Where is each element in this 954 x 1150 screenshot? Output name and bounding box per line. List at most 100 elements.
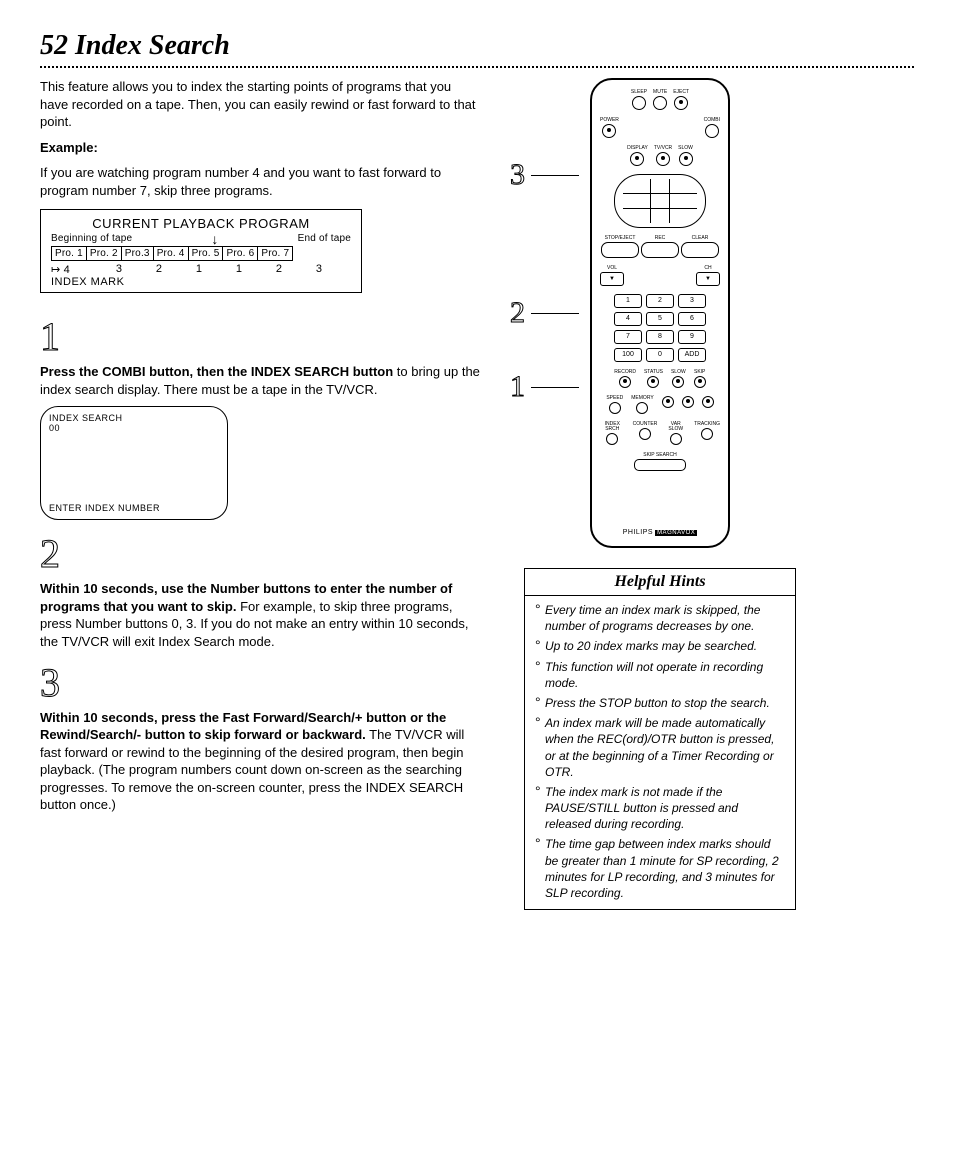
- keypad-key: 1: [614, 294, 642, 308]
- remote-button-label: INDEX SRCH: [600, 422, 625, 432]
- diagram-number-row: ↦ 4 3 2 1 1 2 3: [51, 263, 351, 276]
- diagram-num: 1: [219, 263, 259, 276]
- hint-item: Press the STOP button to stop the search…: [535, 695, 785, 711]
- remote-button-label: MUTE: [653, 90, 667, 95]
- counter-button-icon: [639, 428, 651, 440]
- diagram-cell: Pro. 7: [257, 246, 293, 261]
- remote-control-illustration: SLEEP MUTE EJECT POWER COMBI DISPLAY TV/…: [590, 78, 730, 548]
- remote-button-label: COMBI: [704, 118, 720, 123]
- sleep-button-icon: [632, 96, 646, 110]
- step-1: Press the COMBI button, then the INDEX S…: [40, 363, 480, 398]
- callout-3: 3: [510, 158, 579, 192]
- step-3: Within 10 seconds, press the Fast Forwar…: [40, 709, 480, 814]
- right-column: 3 2 1 SLEEP MUTE EJECT POWER COMBI DISPL…: [510, 78, 810, 910]
- remote-button-label: MEMORY: [631, 396, 653, 401]
- hint-item: Every time an index mark is skipped, the…: [535, 602, 785, 634]
- remote-button-label: COUNTER: [633, 422, 658, 427]
- remote-button-label: SKIP SEARCH: [643, 453, 677, 458]
- diagram-num: 2: [139, 263, 179, 276]
- remote-dpad-disc: [614, 174, 706, 228]
- diagram-num: 1: [179, 263, 219, 276]
- diagram-num-first: ↦ 4: [51, 263, 99, 276]
- remote-bottom-row: INDEX SRCH COUNTER VAR SLOW TRACKING: [600, 422, 720, 445]
- small-button-icon: [682, 396, 694, 408]
- keypad-key: 7: [614, 330, 642, 344]
- skip-search-button-icon: [634, 459, 686, 471]
- keypad-key: ADD: [678, 348, 706, 362]
- intro-paragraph: This feature allows you to index the sta…: [40, 78, 480, 131]
- diagram-cell: Pro. 6: [222, 246, 257, 261]
- keypad-key: 5: [646, 312, 674, 326]
- example-paragraph: If you are watching program number 4 and…: [40, 164, 480, 199]
- slow-button-icon: [679, 152, 693, 166]
- diagram-begin-label: Beginning of tape: [51, 233, 132, 244]
- hint-item: An index mark will be made automatically…: [535, 715, 785, 780]
- callout-2-numeral: 2: [510, 296, 525, 330]
- page-heading: Index Search: [75, 30, 230, 61]
- slow-button-icon: [672, 376, 684, 388]
- clear-button-icon: [681, 242, 719, 258]
- hint-item: This function will not operate in record…: [535, 659, 785, 691]
- keypad-key: 100: [614, 348, 642, 362]
- remote-button-label: SLOW: [671, 370, 686, 375]
- display-button-icon: [630, 152, 644, 166]
- callout-1: 1: [510, 370, 579, 404]
- remote-button-label: RECORD: [614, 370, 636, 375]
- tv-vcr-button-icon: [656, 152, 670, 166]
- power-button-icon: [602, 124, 616, 138]
- keypad-key: 6: [678, 312, 706, 326]
- keypad-key: 2: [646, 294, 674, 308]
- remote-button-label: TRACKING: [694, 422, 720, 427]
- keypad-key: 9: [678, 330, 706, 344]
- keypad-key: 8: [646, 330, 674, 344]
- example-label: Example:: [40, 139, 480, 157]
- tv-screen-display: INDEX SEARCH 00 ENTER INDEX NUMBER: [40, 406, 228, 520]
- vol-button-icon: ▼: [600, 272, 624, 286]
- index-search-button-icon: [606, 433, 618, 445]
- step-1-numeral: 1: [40, 317, 60, 357]
- diagram-end-label: End of tape: [298, 233, 351, 244]
- hint-item: The time gap between index marks should …: [535, 836, 785, 901]
- remote-small-row-2: SPEED MEMORY: [606, 396, 713, 414]
- remote-button-label: VAR SLOW: [665, 422, 686, 432]
- diagram-cell: Pro. 5: [188, 246, 223, 261]
- keypad-key: 3: [678, 294, 706, 308]
- callout-line: [531, 175, 579, 176]
- callout-line: [531, 387, 579, 388]
- step-2: Within 10 seconds, use the Number button…: [40, 580, 480, 650]
- skip-button-icon: [694, 376, 706, 388]
- step-1-bold: Press the COMBI button, then the INDEX S…: [40, 364, 393, 379]
- memory-button-icon: [636, 402, 648, 414]
- remote-button-label: REC: [655, 236, 666, 241]
- left-column: This feature allows you to index the sta…: [40, 78, 480, 910]
- remote-number-keypad: 1 2 3 4 5 6 7 8 9 100 0 ADD: [614, 294, 706, 362]
- screen-line-1: INDEX SEARCH: [49, 413, 219, 423]
- diagram-cell: Pro.3: [121, 246, 153, 261]
- callout-1-numeral: 1: [510, 370, 525, 404]
- page-title: 52 Index Search: [40, 30, 914, 62]
- hints-title: Helpful Hints: [525, 569, 795, 596]
- combi-button-icon: [705, 124, 719, 138]
- intro-block: This feature allows you to index the sta…: [40, 78, 480, 199]
- dotted-rule: [40, 66, 914, 68]
- mute-button-icon: [653, 96, 667, 110]
- remote-brand: PHILIPSMAGNAVOX: [623, 529, 698, 536]
- small-button-icon: [662, 396, 674, 408]
- hints-list: Every time an index mark is skipped, the…: [535, 602, 785, 901]
- keypad-key: 4: [614, 312, 642, 326]
- brand-philips: PHILIPS: [623, 529, 653, 536]
- remote-button-label: SLEEP: [631, 90, 647, 95]
- remote-button-label: DISPLAY: [627, 146, 648, 151]
- callout-3-numeral: 3: [510, 158, 525, 192]
- remote-button-label: EJECT: [673, 90, 689, 95]
- page-number: 52: [40, 30, 68, 61]
- var-slow-button-icon: [670, 433, 682, 445]
- remote-button-label: VOL: [607, 266, 617, 271]
- hint-item: Up to 20 index marks may be searched.: [535, 638, 785, 654]
- step-3-numeral: 3: [40, 663, 60, 703]
- remote-button-label: STATUS: [644, 370, 663, 375]
- diagram-cells: Pro. 1 Pro. 2 Pro.3 Pro. 4 Pro. 5 Pro. 6…: [51, 246, 351, 261]
- callout-2: 2: [510, 296, 579, 330]
- diagram-num: 3: [299, 263, 339, 276]
- stop-button-icon: [601, 242, 639, 258]
